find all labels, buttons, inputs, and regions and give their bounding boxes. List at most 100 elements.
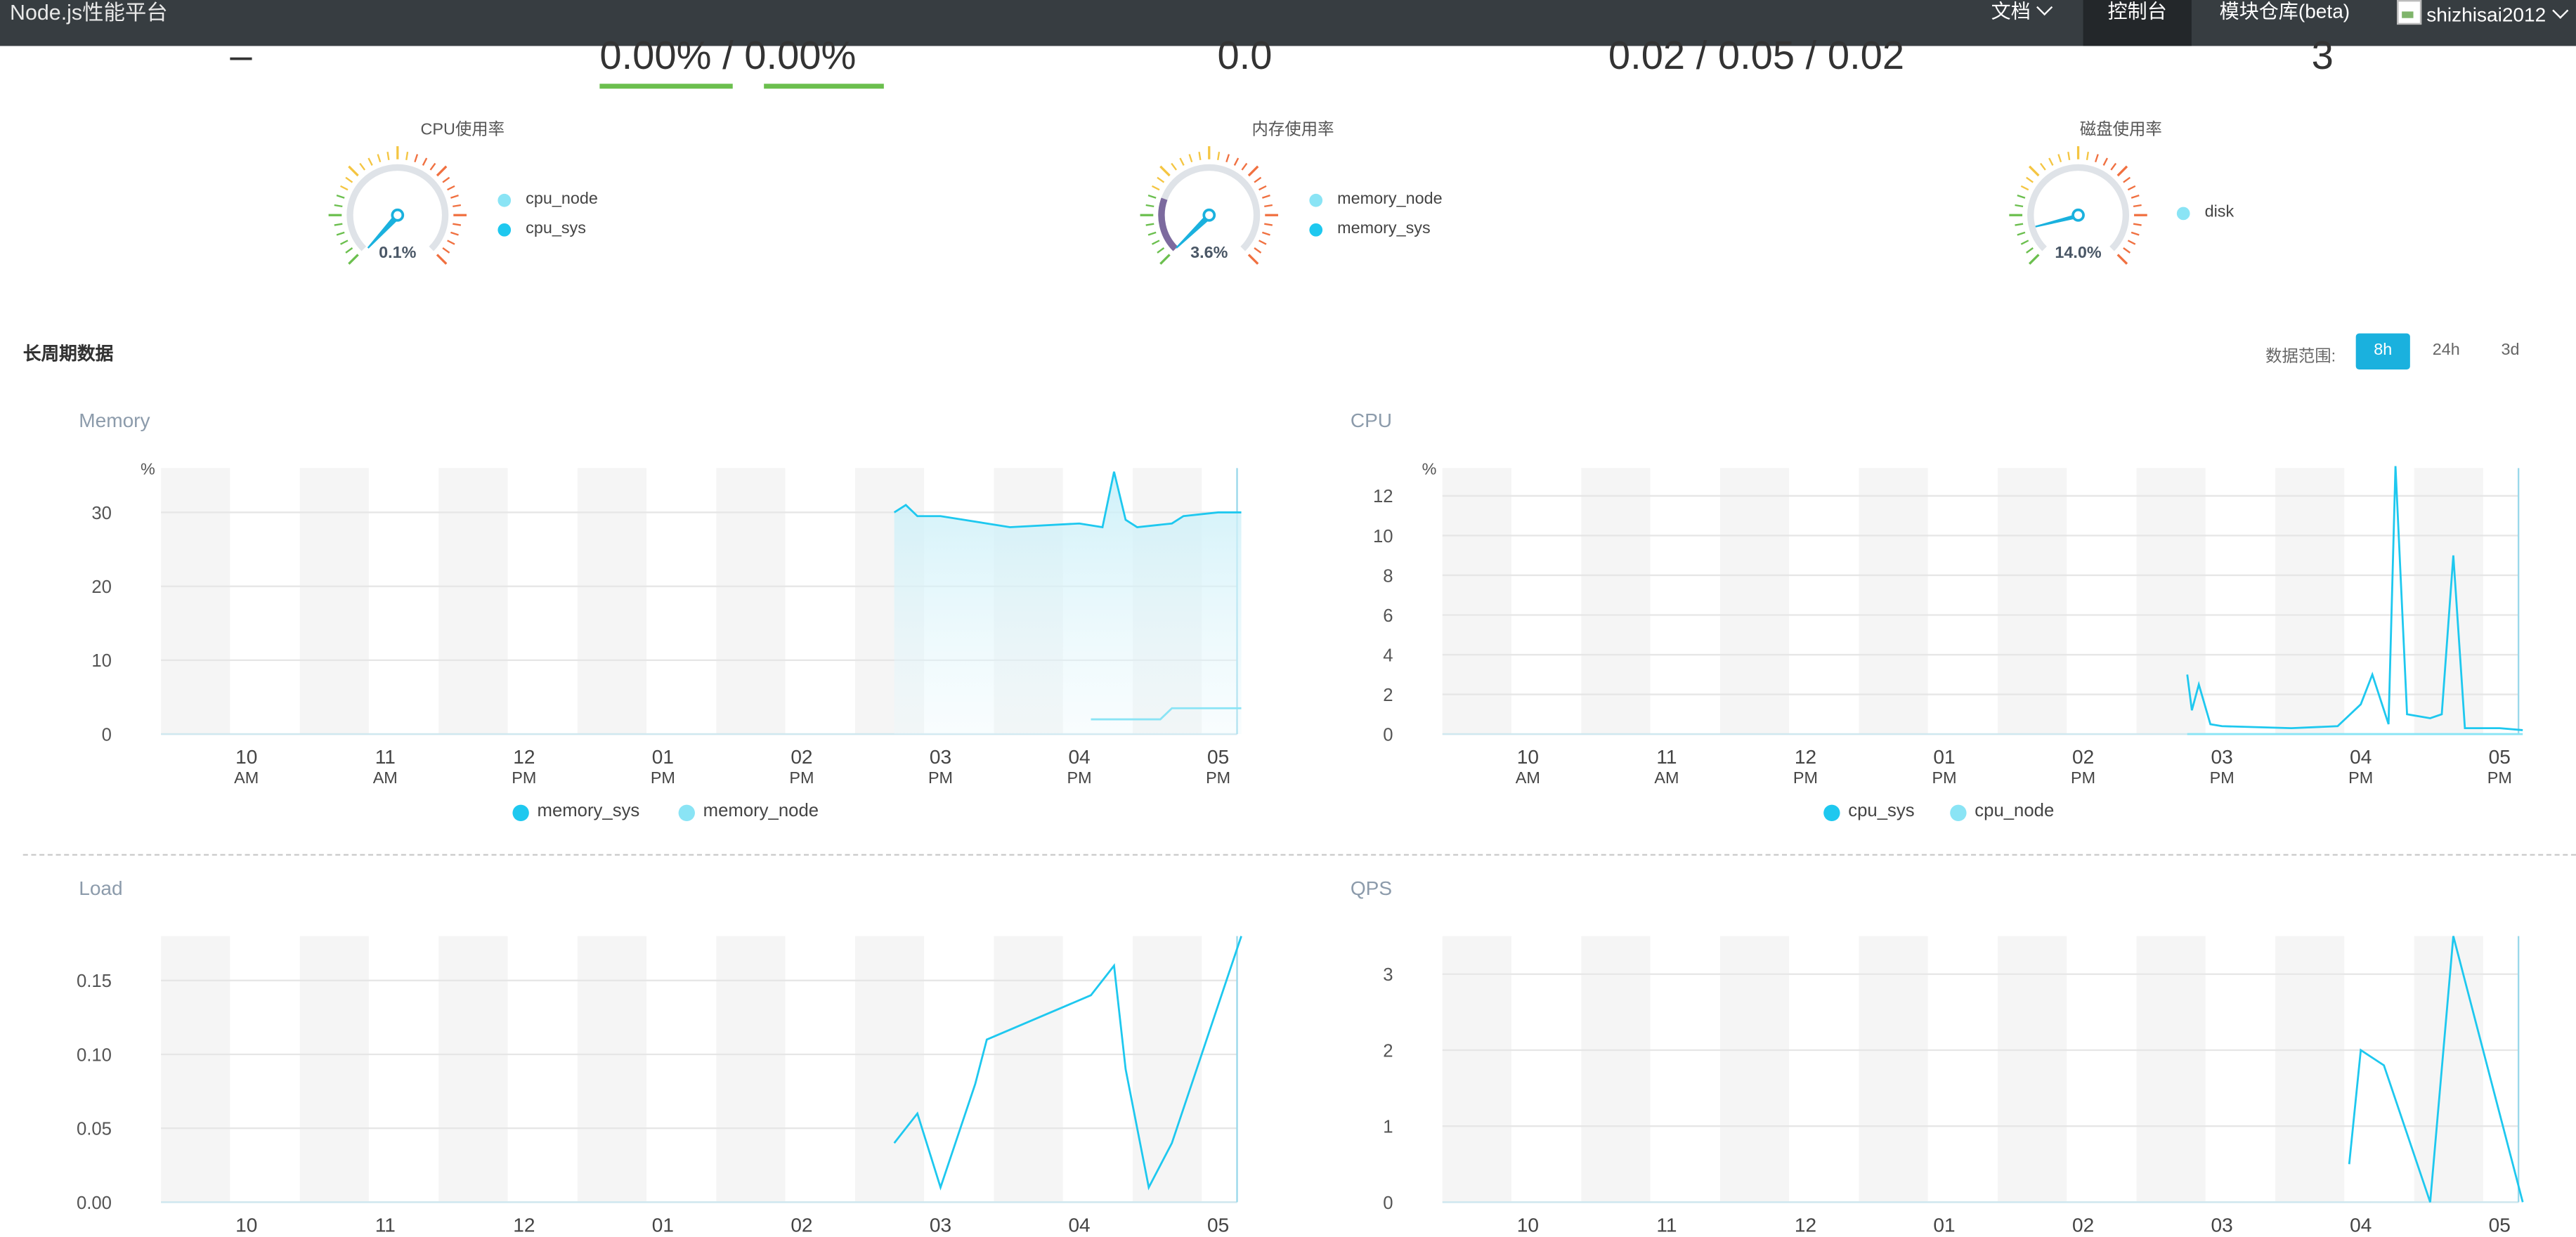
x-tick-ampm-label: PM	[1206, 768, 1230, 787]
y-tick-label: 0.05	[77, 1120, 112, 1139]
gauge-tick	[336, 194, 345, 199]
x-tick-label: 02	[791, 1215, 812, 1236]
chevron-down-icon	[2036, 0, 2053, 16]
chart-band	[854, 936, 925, 1203]
x-tick-label: 12	[1795, 1215, 1816, 1236]
gauge-tick	[1198, 152, 1202, 160]
gauge-tick	[2131, 194, 2140, 199]
gauge-track	[1158, 164, 1261, 251]
gauge-tick	[2123, 247, 2131, 254]
chart-legend-cpu-node[interactable]: cpu_node	[1975, 801, 2054, 821]
nav-modules-label: 模块仓库(beta)	[2219, 0, 2350, 23]
gauge-tick	[1264, 204, 1273, 207]
gauge-tick	[2067, 152, 2071, 160]
gauge-tick	[442, 247, 450, 254]
gauge-tick	[429, 162, 436, 171]
gauge-tick	[2110, 162, 2117, 171]
x-tick-ampm-label: AM	[234, 768, 259, 787]
gauge-tick	[345, 176, 353, 183]
gauge-tick	[1157, 247, 1165, 254]
x-tick-label: 01	[1933, 1215, 1955, 1236]
chart-legend-memory-node[interactable]: memory_node	[703, 801, 819, 821]
gauge-track	[2027, 164, 2130, 251]
x-tick-ampm-label: PM	[651, 768, 675, 787]
gauge-tick	[2133, 204, 2142, 207]
range-button-3d[interactable]: 3d	[2487, 334, 2533, 369]
section-title-long-period: 长周期数据	[22, 344, 114, 365]
nav-console[interactable]: 控制台	[2083, 0, 2192, 46]
gauge-tick	[2057, 154, 2062, 163]
gauge-tick	[348, 165, 359, 177]
gauge-needle-hub	[391, 208, 405, 222]
gauge-tick	[377, 154, 382, 163]
gauge-tick	[2017, 231, 2026, 236]
y-tick-label: 0.15	[77, 971, 112, 991]
chart-title-cpu: CPU	[1350, 409, 1393, 432]
y-tick-label: 30	[91, 504, 112, 523]
x-tick-ampm-label: AM	[1516, 768, 1540, 787]
gauge-tick	[2133, 223, 2142, 226]
gauge-tick	[2131, 231, 2140, 236]
gauge-tick	[1188, 154, 1193, 163]
gauge-legend-cpu-node[interactable]: cpu_node	[526, 190, 598, 209]
gauge-tick	[422, 157, 428, 166]
gauge-tick	[453, 223, 462, 226]
gauge-tick	[1262, 231, 1270, 236]
legend-dot-memory-node	[1309, 193, 1323, 207]
gauge-legend-memory-sys[interactable]: memory_sys	[1337, 220, 1431, 238]
chart-band	[716, 936, 786, 1203]
x-tick-label: 04	[2350, 1215, 2372, 1236]
gauge-legend-disk[interactable]: disk	[2205, 204, 2235, 222]
chart-legend-cpu-sys[interactable]: cpu_sys	[1848, 801, 1914, 821]
gauge-tick	[1258, 240, 1267, 245]
gauge-tick	[1264, 223, 1273, 226]
gauge-tick	[1151, 240, 1160, 245]
gauge-legend-memory-node[interactable]: memory_node	[1337, 190, 1442, 209]
x-tick-label: 12	[513, 746, 535, 768]
gauge-legend-cpu-sys[interactable]: cpu_sys	[526, 220, 586, 238]
y-tick-label: 2	[1383, 1041, 1393, 1061]
legend-dot-disk	[2176, 207, 2190, 221]
gauge-tick	[348, 254, 359, 265]
gauge-tick	[1262, 194, 1270, 199]
gauge-tick	[2095, 154, 2099, 163]
gauge-tick	[336, 231, 345, 236]
gauge-tick	[1247, 254, 1259, 265]
x-tick-label: 01	[652, 1215, 674, 1236]
gauge-tick	[1225, 154, 1230, 163]
y-tick-label: 8	[1383, 566, 1393, 586]
gauge-track	[346, 164, 449, 251]
gauge-title-cpu: CPU使用率	[420, 122, 505, 140]
x-tick-label: 01	[1933, 746, 1955, 768]
gauge-tick	[1247, 165, 1259, 177]
stat-value-e: 3	[2311, 34, 2334, 79]
nav-docs[interactable]: 文档	[1991, 0, 2083, 46]
x-tick-label: 11	[1656, 1215, 1677, 1236]
range-button-8h[interactable]: 8h	[2355, 333, 2410, 370]
nav-modules[interactable]: 模块仓库(beta)	[2220, 0, 2384, 46]
x-tick-label: 11	[375, 1215, 396, 1236]
y-tick-label: 0.00	[77, 1193, 112, 1213]
x-tick-ampm-label: PM	[1793, 768, 1818, 787]
gauge-tick	[1159, 254, 1171, 265]
chart-band	[438, 936, 508, 1203]
gauge-tick	[2123, 176, 2131, 183]
user-menu[interactable]: shizhisai2012	[2397, 0, 2576, 46]
gauge-tick	[436, 254, 448, 265]
gauge-tick	[1157, 176, 1165, 183]
app-title[interactable]: Node.js性能平台	[10, 0, 168, 26]
chart-legend-memory-sys[interactable]: memory_sys	[538, 801, 640, 821]
gauge-tick	[2028, 165, 2040, 177]
chart-band	[2275, 936, 2345, 1203]
gauge-tick	[2015, 223, 2024, 226]
gauge-tick	[1254, 247, 1262, 254]
gauge-title-disk: 磁盘使用率	[2079, 122, 2162, 140]
x-tick-label: 01	[652, 746, 674, 768]
range-button-24h[interactable]: 24h	[2421, 334, 2471, 369]
x-tick-label: 02	[2072, 746, 2094, 768]
gauge-tick	[340, 240, 349, 245]
user-name: shizhisai2012	[2426, 3, 2546, 27]
y-tick-label: 10	[1373, 527, 1393, 546]
y-tick-label: 0	[1383, 725, 1393, 745]
gauge-tick	[2040, 162, 2046, 171]
